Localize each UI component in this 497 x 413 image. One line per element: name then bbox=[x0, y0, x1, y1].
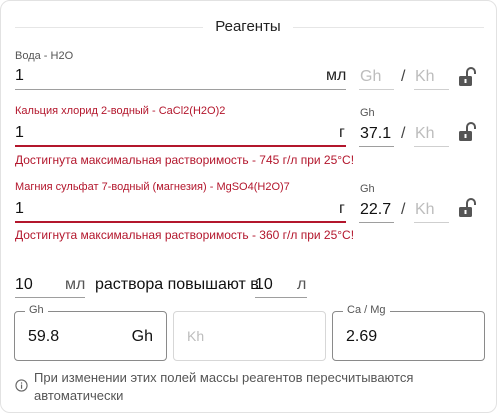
camg-result-field[interactable]: Ca / Mg 2.69 bbox=[332, 304, 485, 361]
solution-target-input[interactable]: 10 bbox=[255, 276, 273, 294]
calcium-kh-input[interactable]: Kh bbox=[415, 125, 435, 143]
lock-open-icon[interactable] bbox=[458, 198, 476, 218]
water-kh-underline bbox=[414, 89, 449, 90]
water-amount-input[interactable]: 1 bbox=[15, 67, 24, 85]
info-text: При изменении этих полей массы реагентов… bbox=[34, 369, 413, 405]
water-kh-input[interactable]: Kh bbox=[415, 68, 435, 86]
solution-volume-input[interactable]: 10 bbox=[15, 276, 33, 294]
gh-result-value: 59.8 bbox=[28, 328, 60, 345]
calcium-input-underline bbox=[15, 145, 346, 147]
divider bbox=[15, 27, 203, 28]
water-gh-input[interactable]: Gh bbox=[360, 68, 381, 86]
lock-open-icon[interactable] bbox=[458, 67, 476, 87]
separator-slash: / bbox=[401, 68, 406, 85]
kh-result-placeholder: Kh bbox=[187, 328, 205, 344]
reagents-card: Реагенты Вода - H2O 1 мл Gh / Kh Кальция… bbox=[0, 0, 497, 413]
info-text-line: При изменении этих полей массы реагентов… bbox=[34, 370, 414, 385]
camg-result-value: 2.69 bbox=[346, 328, 378, 345]
divider bbox=[293, 27, 484, 28]
camg-result-label: Ca / Mg bbox=[343, 304, 390, 316]
calcium-kh-underline bbox=[414, 146, 449, 147]
solution-target-unit: л bbox=[297, 276, 307, 293]
magnesium-kh-underline bbox=[414, 222, 449, 223]
water-gh-underline bbox=[359, 89, 394, 90]
section-header: Реагенты bbox=[1, 18, 496, 38]
kh-result-field[interactable]: Kh bbox=[173, 311, 326, 361]
solution-volume-unit: мл bbox=[65, 276, 86, 293]
calcium-amount-input[interactable]: 1 bbox=[15, 124, 24, 142]
magnesium-kh-input[interactable]: Kh bbox=[415, 201, 435, 219]
calcium-label: Кальция хлорид 2-водный - CaCl2(H2O)2 bbox=[15, 105, 226, 117]
calcium-unit: г bbox=[339, 124, 345, 141]
magnesium-gh-input[interactable]: 22.7 bbox=[360, 201, 391, 219]
magnesium-gh-label: Gh bbox=[360, 183, 375, 195]
info-text-line: автоматически bbox=[34, 388, 124, 403]
magnesium-amount-input[interactable]: 1 bbox=[15, 200, 24, 218]
water-input-underline bbox=[15, 89, 346, 90]
water-unit: мл bbox=[326, 67, 347, 84]
separator-slash: / bbox=[401, 125, 406, 142]
calcium-error-message: Достигнута максимальная растворимость - … bbox=[15, 153, 355, 167]
magnesium-unit: г bbox=[339, 200, 345, 217]
solution-target-underline bbox=[255, 297, 307, 298]
separator-slash: / bbox=[401, 201, 406, 218]
lock-open-icon[interactable] bbox=[458, 122, 476, 142]
water-label: Вода - H2O bbox=[15, 50, 74, 62]
section-title: Реагенты bbox=[215, 18, 281, 35]
info-icon bbox=[15, 379, 28, 392]
calcium-gh-underline bbox=[359, 146, 394, 147]
magnesium-gh-underline bbox=[359, 222, 394, 223]
calcium-gh-label: Gh bbox=[360, 107, 375, 119]
magnesium-input-underline bbox=[15, 221, 346, 223]
gh-result-field[interactable]: Gh 59.8 Gh bbox=[14, 304, 167, 361]
magnesium-label: Магния сульфат 7-водный (магнезия) - MgS… bbox=[15, 181, 290, 193]
calcium-gh-input[interactable]: 37.1 bbox=[360, 125, 391, 143]
solution-volume-underline bbox=[15, 297, 85, 298]
solution-text: раствора повышают в bbox=[95, 276, 259, 293]
gh-result-label: Gh bbox=[25, 304, 48, 316]
gh-result-unit: Gh bbox=[131, 328, 153, 345]
magnesium-error-message: Достигнута максимальная растворимость - … bbox=[15, 228, 355, 242]
